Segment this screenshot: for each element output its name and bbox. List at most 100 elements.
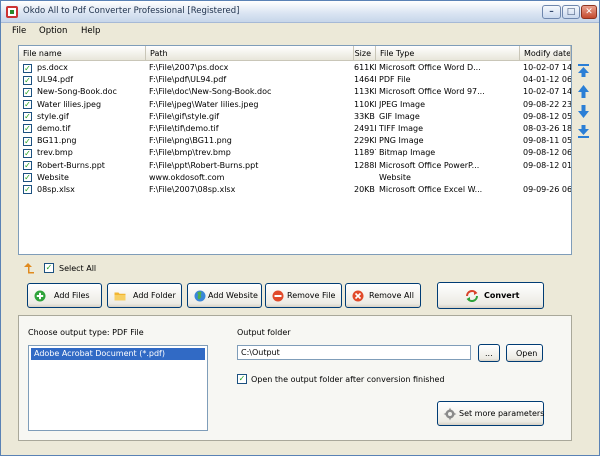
move-bottom-icon[interactable]: [577, 124, 590, 139]
cell-file-type: Microsoft Office Word 97...: [379, 87, 485, 97]
row-checkbox[interactable]: ✓: [23, 185, 32, 195]
cell-file-name: Website: [37, 172, 69, 182]
file-list[interactable]: File name Path Size File Type Modify dat…: [18, 45, 572, 255]
menu-option[interactable]: Option: [39, 26, 67, 36]
table-row[interactable]: ✓ demo.tif F:\File\tif\demo.tif 2491KB T…: [19, 123, 571, 135]
cell-path: F:\File\png\BG11.png: [149, 136, 232, 146]
cell-size: 11897KB: [354, 148, 376, 158]
cell-path: F:\File\gif\style.gif: [149, 111, 220, 121]
output-type-label: Choose output type: PDF File: [28, 328, 144, 337]
app-window: Okdo All to Pdf Converter Professional […: [0, 0, 600, 456]
close-button[interactable]: ✕: [581, 5, 597, 19]
cell-path: F:\File\bmp\trev.bmp: [149, 148, 231, 158]
cell-size: 113KB: [354, 87, 376, 97]
check-icon: ✓: [24, 112, 31, 122]
column-size[interactable]: Size: [354, 46, 376, 61]
table-row[interactable]: ✓ trev.bmp F:\File\bmp\trev.bmp 11897KB …: [19, 147, 571, 159]
cell-modify-date: 09-08-12 06:01: [523, 148, 571, 158]
row-checkbox[interactable]: ✓: [23, 63, 32, 73]
add-files-button[interactable]: Add Files: [27, 283, 102, 308]
column-modify-date[interactable]: Modify date: [520, 46, 571, 61]
add-website-button[interactable]: Add Website: [187, 283, 262, 308]
refresh-arrows-icon: [466, 290, 478, 302]
title-bar[interactable]: Okdo All to Pdf Converter Professional […: [1, 1, 599, 23]
menu-file[interactable]: File: [12, 26, 26, 36]
maximize-button[interactable]: □: [562, 5, 580, 19]
app-icon: [6, 6, 18, 18]
check-icon: ✓: [24, 124, 31, 134]
globe-icon: [194, 290, 206, 302]
browse-button[interactable]: ...: [478, 344, 500, 362]
output-folder-input[interactable]: C:\Output: [237, 345, 471, 360]
cell-path: www.okdosoft.com: [149, 172, 225, 182]
row-checkbox[interactable]: ✓: [23, 100, 32, 110]
row-checkbox[interactable]: ✓: [23, 173, 32, 183]
move-top-icon[interactable]: [577, 63, 590, 78]
row-checkbox[interactable]: ✓: [23, 148, 32, 158]
minimize-button[interactable]: –: [542, 5, 561, 19]
table-row[interactable]: ✓ New-Song-Book.doc F:\File\doc\New-Song…: [19, 86, 571, 98]
move-up-icon[interactable]: [577, 84, 590, 99]
column-path[interactable]: Path: [146, 46, 354, 61]
table-row[interactable]: ✓ Website www.okdosoft.com Website: [19, 172, 571, 184]
remove-file-button[interactable]: Remove File: [265, 283, 342, 308]
open-folder-button[interactable]: Open: [506, 344, 543, 362]
add-folder-button[interactable]: Add Folder: [107, 283, 182, 308]
close-icon: ✕: [585, 7, 593, 17]
menu-help[interactable]: Help: [81, 26, 100, 36]
cell-size: 33KB: [354, 111, 375, 121]
table-row[interactable]: ✓ 08sp.xlsx F:\File\2007\08sp.xlsx 20KB …: [19, 184, 571, 196]
row-checkbox[interactable]: ✓: [23, 87, 32, 97]
row-checkbox[interactable]: ✓: [23, 112, 32, 122]
cell-file-type: Microsoft Office PowerP...: [379, 160, 480, 170]
convert-button[interactable]: Convert: [437, 282, 544, 309]
file-list-header: File name Path Size File Type Modify dat…: [19, 46, 571, 61]
cell-file-type: Website: [379, 172, 411, 182]
table-row[interactable]: ✓ UL94.pdf F:\File\pdf\UL94.pdf 1464KB P…: [19, 74, 571, 86]
output-type-item-pdf[interactable]: Adobe Acrobat Document (*.pdf): [31, 348, 205, 360]
cell-file-name: 08sp.xlsx: [37, 184, 75, 194]
cell-size: 229KB: [354, 136, 376, 146]
check-icon: ✓: [24, 75, 31, 85]
table-row[interactable]: ✓ style.gif F:\File\gif\style.gif 33KB G…: [19, 111, 571, 123]
cell-file-type: PNG Image: [379, 136, 424, 146]
cell-modify-date: 09-08-11 05:38: [523, 136, 571, 146]
x-circle-icon: [352, 290, 364, 302]
cell-path: F:\File\jpeg\Water lilies.jpeg: [149, 99, 259, 109]
maximize-icon: □: [566, 7, 576, 17]
row-checkbox[interactable]: ✓: [23, 136, 32, 146]
row-checkbox[interactable]: ✓: [23, 75, 32, 85]
open-after-conversion-checkbox[interactable]: ✓: [237, 374, 247, 384]
output-folder-label: Output folder: [237, 328, 291, 337]
column-file-name[interactable]: File name: [19, 46, 146, 61]
add-website-label: Add Website: [208, 291, 258, 300]
set-more-parameters-button[interactable]: Set more parameters: [437, 401, 544, 426]
remove-all-button[interactable]: Remove All: [345, 283, 421, 308]
cell-modify-date: [523, 172, 571, 184]
remove-file-label: Remove File: [287, 291, 336, 300]
cell-modify-date: 09-08-12 01:22: [523, 160, 571, 170]
cell-file-type: Microsoft Office Excel W...: [379, 184, 483, 194]
table-row[interactable]: ✓ Water lilies.jpeg F:\File\jpeg\Water l…: [19, 99, 571, 111]
cell-size: 1464KB: [354, 75, 376, 85]
move-down-icon[interactable]: [577, 104, 590, 119]
cell-file-type: TIFF Image: [379, 123, 424, 133]
table-row[interactable]: ✓ Robert-Burns.ppt F:\File\ppt\Robert-Bu…: [19, 160, 571, 172]
cell-file-type: JPEG Image: [379, 99, 426, 109]
cell-file-type: GIF Image: [379, 111, 420, 121]
output-type-list[interactable]: Adobe Acrobat Document (*.pdf): [28, 345, 208, 431]
row-checkbox[interactable]: ✓: [23, 161, 32, 170]
minus-circle-icon: [272, 290, 284, 302]
set-more-parameters-label: Set more parameters: [459, 409, 545, 418]
browse-label: ...: [485, 349, 493, 358]
cell-path: F:\File\doc\New-Song-Book.doc: [149, 87, 272, 97]
cell-path: F:\File\2007\ps.docx: [149, 63, 229, 72]
up-level-icon[interactable]: [23, 262, 35, 274]
minimize-icon: –: [549, 7, 554, 17]
table-row[interactable]: ✓ ps.docx F:\File\2007\ps.docx 611KB Mic…: [19, 62, 571, 74]
row-checkbox[interactable]: ✓: [23, 124, 32, 134]
column-file-type[interactable]: File Type: [376, 46, 520, 61]
table-row[interactable]: ✓ BG11.png F:\File\png\BG11.png 229KB PN…: [19, 135, 571, 147]
cell-file-name: trev.bmp: [37, 148, 73, 158]
select-all-checkbox[interactable]: ✓: [44, 263, 54, 273]
